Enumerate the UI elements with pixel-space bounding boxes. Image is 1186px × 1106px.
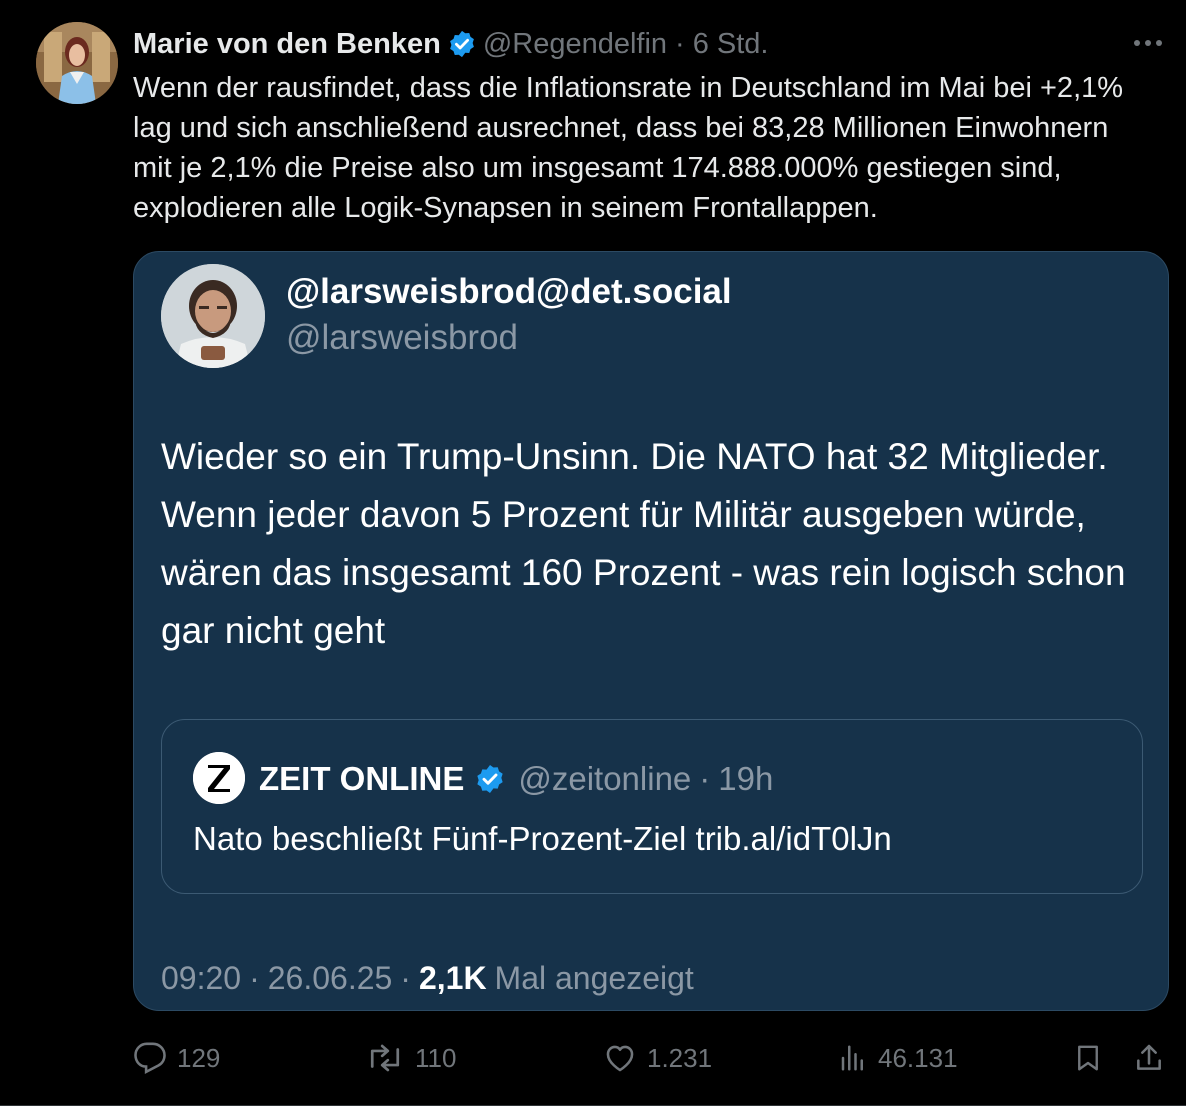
share-icon	[1137, 1044, 1161, 1070]
quoted-author-name: ZEIT ONLINE	[259, 760, 465, 797]
embedded-post-text: Wieder so ein Trump-Unsinn. Die NATO hat…	[161, 436, 1126, 651]
embedded-author-avatar	[161, 264, 265, 368]
action-bar: 129 110 1.231 46.131	[133, 1036, 1173, 1080]
quoted-post-time: 19h	[718, 760, 774, 797]
post-header: Marie von den Benken @Regendelfin · 6 St…	[133, 24, 769, 64]
repost-count: 110	[415, 1042, 457, 1073]
like-count: 1.231	[647, 1042, 713, 1073]
embedded-views-count: 2,1K	[418, 959, 487, 996]
bookmark-icon	[1078, 1045, 1098, 1071]
embedded-author-name: @larsweisbrod@det.social	[286, 272, 732, 311]
repost-button[interactable]: 110	[365, 1036, 456, 1080]
quoted-post-text: Nato beschließt Fünf-Prozent-Ziel trib.a…	[193, 820, 892, 857]
embedded-author-handle: @larsweisbrod	[286, 318, 518, 357]
separator-dot: ·	[675, 27, 685, 60]
views-button[interactable]: 46.131	[838, 1036, 958, 1080]
embedded-post-time: 09:20	[161, 959, 242, 996]
views-count: 46.131	[878, 1042, 958, 1073]
quoted-post-header: ZEIT ONLINE @zeitonline · 19h	[259, 754, 773, 804]
quoted-post-card: ZEIT ONLINE @zeitonline · 19h Nato besch…	[161, 719, 1143, 894]
share-button[interactable]	[1133, 1036, 1165, 1080]
author-handle[interactable]: @Regendelfin	[483, 28, 667, 61]
separator-dot: ·	[249, 959, 260, 996]
embedded-views-label: Mal angezeigt	[494, 959, 694, 996]
author-avatar[interactable]	[36, 22, 118, 104]
views-icon	[841, 1045, 863, 1071]
like-button[interactable]: 1.231	[603, 1036, 712, 1080]
heart-icon	[606, 1045, 634, 1072]
verified-badge-icon	[474, 763, 506, 795]
zeit-logo-icon	[193, 752, 245, 804]
embedded-image-card[interactable]: @larsweisbrod@det.social @larsweisbrod W…	[133, 251, 1169, 1011]
author-name[interactable]: Marie von den Benken	[133, 28, 441, 61]
verified-badge-icon	[447, 29, 477, 59]
post: Marie von den Benken @Regendelfin · 6 St…	[0, 0, 1186, 1106]
separator-dot: ·	[699, 760, 711, 797]
bookmark-button[interactable]	[1073, 1036, 1103, 1080]
quoted-author-handle: @zeitonline	[518, 760, 692, 797]
reply-button[interactable]: 129	[133, 1036, 220, 1080]
post-time[interactable]: 6 Std.	[693, 28, 769, 61]
embedded-post-meta: 09:20 · 26.06.25 · 2,1K Mal angezeigt	[161, 956, 694, 1000]
repost-icon	[370, 1044, 400, 1072]
embedded-post-date: 26.06.25	[267, 959, 393, 996]
reply-icon	[134, 1042, 166, 1074]
separator-dot: ·	[400, 959, 411, 996]
post-text: Wenn der rausfindet, dass die Inflations…	[133, 72, 1124, 224]
more-icon[interactable]	[1128, 28, 1168, 58]
reply-count: 129	[177, 1042, 221, 1073]
